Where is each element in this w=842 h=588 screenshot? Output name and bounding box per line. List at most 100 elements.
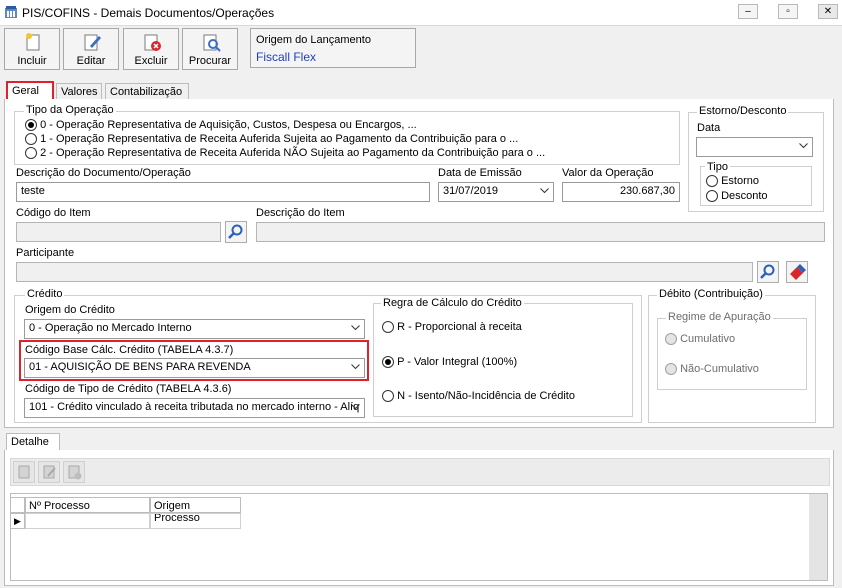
app-icon [5, 6, 17, 18]
base-calc-value: 01 - AQUISIÇÃO DE BENS PARA REVENDA [29, 361, 251, 373]
search-document-icon [203, 34, 221, 52]
participante-input[interactable] [16, 262, 753, 282]
estorno-radio[interactable] [706, 175, 718, 188]
valor-label: Valor da Operação [562, 167, 654, 179]
minimize-button[interactable]: – [738, 4, 758, 19]
editar-button[interactable]: Editar [63, 28, 119, 70]
incluir-button[interactable]: Incluir [4, 28, 60, 70]
tipo-credito-value: 101 - Crédito vinculado à receita tribut… [29, 401, 360, 413]
tipo-option-1[interactable]: 1 - Operação Representativa de Receita A… [25, 133, 519, 146]
origem-credito-value: 0 - Operação no Mercado Interno [29, 322, 192, 334]
grid-cell-processo[interactable] [25, 513, 150, 529]
regra-label: Regra de Cálculo do Crédito [381, 297, 524, 309]
estorno-label: Estorno/Desconto [697, 105, 789, 117]
search-participante-button[interactable] [757, 261, 779, 283]
tipo-option-2[interactable]: 2 - Operação Representativa de Receita A… [25, 147, 545, 160]
column-header-processo[interactable]: Nº Processo [25, 497, 150, 513]
nao-cumulativo-option[interactable]: Não-Cumulativo [665, 363, 759, 376]
debito-label: Débito (Contribuição) [657, 288, 765, 300]
estorno-data-field[interactable] [696, 137, 813, 157]
origem-credito-select[interactable]: 0 - Operação no Mercado Interno [24, 319, 365, 339]
descricao-label: Descrição do Documento/Operação [16, 167, 191, 179]
valor-input[interactable]: 230.687,30 [562, 182, 680, 202]
grid-row-header-corner [10, 497, 25, 513]
origem-lancamento-box: Origem do Lançamento Fiscall Flex [250, 28, 416, 68]
column-header-origem[interactable]: Origem Processo [150, 497, 241, 524]
add-document-icon [18, 465, 30, 479]
grid-cell-origem[interactable] [150, 513, 241, 529]
codigo-item-label: Código do Item [16, 207, 91, 219]
descricao-input[interactable]: teste [16, 182, 430, 202]
tipo-credito-label: Código de Tipo de Crédito (TABELA 4.3.6) [25, 383, 232, 395]
chevron-down-icon [351, 404, 360, 410]
regra-radio-n[interactable] [382, 390, 394, 403]
base-calc-select[interactable]: 01 - AQUISIÇÃO DE BENS PARA REVENDA [24, 358, 365, 378]
detalhe-add-button[interactable] [13, 461, 35, 483]
regra-option-p[interactable]: P - Valor Integral (100%) [382, 356, 517, 369]
data-emissao-field[interactable]: 31/07/2019 [438, 182, 554, 202]
editar-label: Editar [76, 55, 106, 67]
regra-option-r[interactable]: R - Proporcional à receita [382, 321, 522, 334]
desconto-option[interactable]: Desconto [706, 190, 768, 203]
detalhe-edit-button[interactable] [38, 461, 60, 483]
chevron-down-icon [540, 188, 549, 194]
grid-scrollbar[interactable] [809, 494, 827, 580]
tab-detalhe[interactable]: Detalhe [6, 433, 60, 451]
descricao-item-input[interactable] [256, 222, 825, 242]
procurar-label: Procurar [188, 55, 232, 67]
data-emissao-label: Data de Emissão [438, 167, 522, 179]
detalhe-toolbar [10, 458, 830, 486]
cumulativo-label: Cumulativo [680, 333, 736, 345]
codigo-item-input[interactable] [16, 222, 221, 242]
desconto-radio[interactable] [706, 190, 718, 203]
search-icon [228, 224, 243, 239]
nao-cumulativo-label: Não-Cumulativo [680, 363, 759, 375]
tipo-radio-1[interactable] [25, 133, 37, 146]
delete-document-icon [68, 465, 82, 480]
current-row-indicator: ▶ [10, 513, 25, 529]
excluir-label: Excluir [134, 55, 168, 67]
incluir-label: Incluir [17, 55, 47, 67]
maximize-button[interactable]: ▫ [778, 4, 798, 19]
tipo-credito-select[interactable]: 101 - Crédito vinculado à receita tribut… [24, 398, 365, 418]
base-calc-label: Código Base Cálc. Crédito (TABELA 4.3.7) [25, 344, 234, 356]
edit-icon [84, 34, 101, 51]
estorno-option[interactable]: Estorno [706, 175, 759, 188]
delete-icon [144, 34, 161, 51]
credito-label: Crédito [25, 288, 65, 300]
regime-label: Regime de Apuração [666, 311, 773, 323]
tipo-radio-0[interactable] [25, 119, 37, 132]
regra-radio-p[interactable] [382, 356, 394, 369]
search-icon [760, 264, 775, 279]
estorno-tipo-label: Tipo [705, 161, 730, 173]
tab-valores[interactable]: Valores [56, 83, 102, 100]
origem-credito-label: Origem do Crédito [25, 304, 115, 316]
estorno-option-label: Estorno [721, 175, 759, 187]
regime-group [657, 318, 807, 390]
tipo-option-1-label: 1 - Operação Representativa de Receita A… [40, 133, 519, 145]
tab-geral[interactable]: Geral [6, 81, 54, 101]
cumulativo-radio[interactable] [665, 333, 677, 346]
participante-label: Participante [16, 247, 75, 259]
regra-option-n[interactable]: N - Isento/Não-Incidência de Crédito [382, 390, 575, 403]
new-document-icon [26, 33, 40, 51]
nao-cumulativo-radio[interactable] [665, 363, 677, 376]
search-item-button[interactable] [225, 221, 247, 243]
data-emissao-value: 31/07/2019 [443, 185, 499, 197]
close-button[interactable]: ✕ [818, 4, 838, 19]
tipo-option-0[interactable]: 0 - Operação Representativa de Aquisição… [25, 119, 417, 132]
tipo-radio-2[interactable] [25, 147, 37, 160]
descricao-item-label: Descrição do Item [256, 207, 345, 219]
procurar-button[interactable]: Procurar [182, 28, 238, 70]
tipo-option-0-label: 0 - Operação Representativa de Aquisição… [40, 119, 417, 131]
chevron-down-icon [351, 325, 360, 331]
clear-participante-button[interactable] [786, 261, 808, 283]
chevron-down-icon [799, 143, 808, 149]
excluir-button[interactable]: Excluir [123, 28, 179, 70]
desconto-option-label: Desconto [721, 190, 768, 202]
edit-document-icon [43, 465, 56, 479]
detalhe-delete-button[interactable] [63, 461, 85, 483]
regra-radio-r[interactable] [382, 321, 394, 334]
cumulativo-option[interactable]: Cumulativo [665, 333, 736, 346]
tab-contabilizacao[interactable]: Contabilização [105, 83, 189, 100]
